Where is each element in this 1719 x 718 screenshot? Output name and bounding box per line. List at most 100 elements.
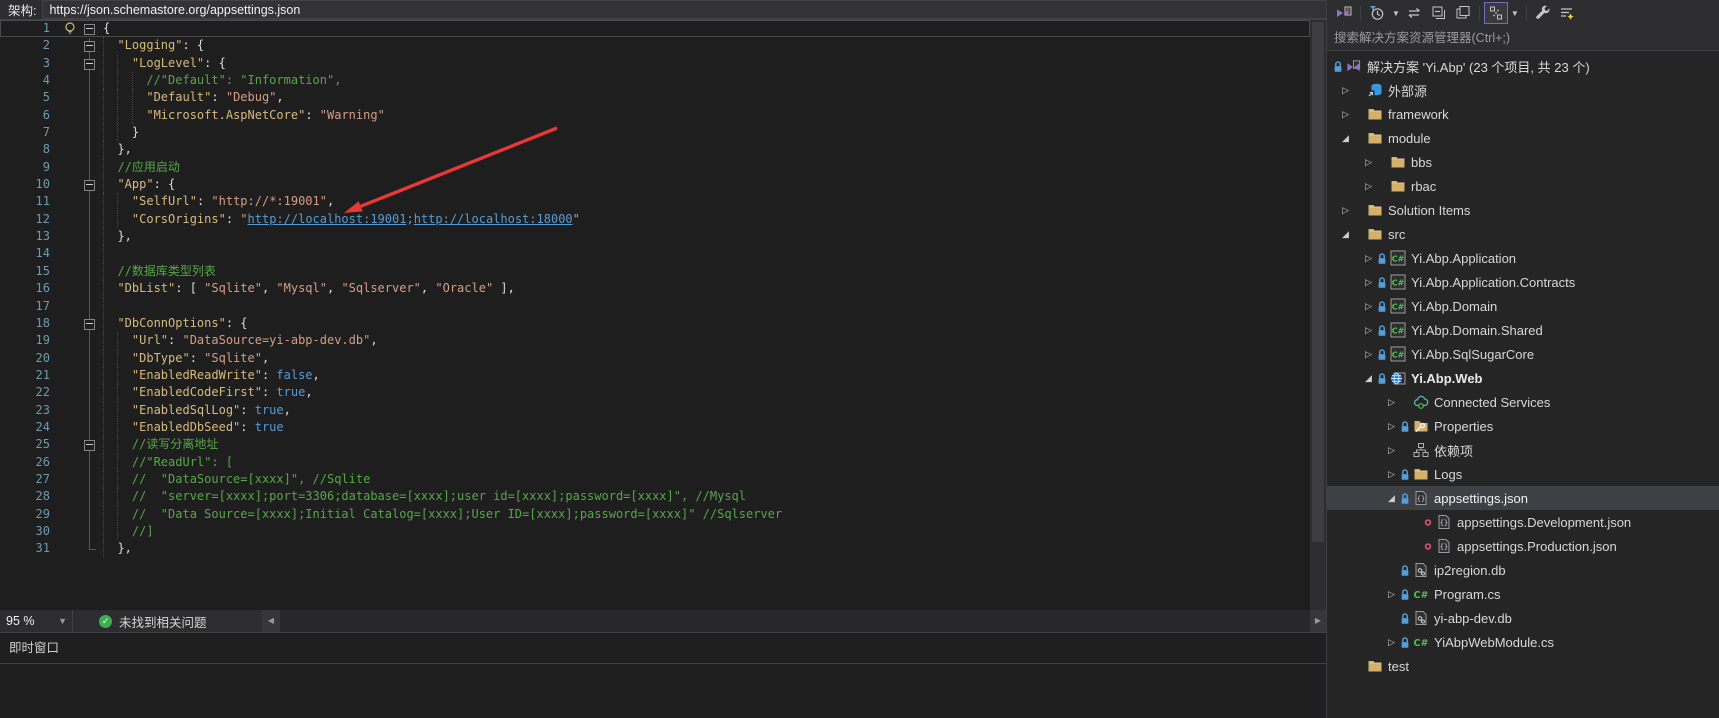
code-line[interactable]: 9 //应用启动: [0, 159, 1310, 176]
zoom-level-combo[interactable]: 95 % ▼: [0, 610, 73, 632]
vertical-scrollbar-thumb[interactable]: [1312, 22, 1324, 542]
document-health-indicator[interactable]: ✓ 未找到相关问题: [99, 612, 207, 631]
code-line[interactable]: 30 //]: [0, 523, 1310, 540]
expander-expanded-icon[interactable]: ◢: [1361, 373, 1376, 384]
tree-item[interactable]: ▷rbac: [1327, 174, 1719, 198]
expander-collapsed-icon[interactable]: ▷: [1361, 277, 1376, 288]
code-editor[interactable]: 1{2 "Logging": {3 "LogLevel": {4 //"Defa…: [0, 20, 1310, 610]
code-line[interactable]: 22 "EnabledCodeFirst": true,: [0, 384, 1310, 401]
fold-collapse-icon[interactable]: [84, 24, 95, 35]
tree-item[interactable]: ▷C#Yi.Abp.Application.Contracts: [1327, 270, 1719, 294]
tree-item[interactable]: ▷外部源: [1327, 78, 1719, 102]
code-line[interactable]: 1{: [0, 20, 1310, 37]
tree-item[interactable]: ▷C#Yi.Abp.SqlSugarCore: [1327, 342, 1719, 366]
tree-item[interactable]: ▷Properties: [1327, 414, 1719, 438]
expander-collapsed-icon[interactable]: ▷: [1384, 637, 1399, 648]
code-line[interactable]: 4 //"Default": "Information",: [0, 72, 1310, 89]
tree-item[interactable]: 解决方案 'Yi.Abp' (23 个项目, 共 23 个): [1327, 54, 1719, 78]
expander-collapsed-icon[interactable]: ▷: [1361, 349, 1376, 360]
expander-collapsed-icon[interactable]: ▷: [1361, 301, 1376, 312]
code-line[interactable]: 17: [0, 298, 1310, 315]
code-line[interactable]: 21 "EnabledReadWrite": false,: [0, 367, 1310, 384]
tree-item[interactable]: ▷C#YiAbpWebModule.cs: [1327, 630, 1719, 654]
code-line[interactable]: 6 "Microsoft.AspNetCore": "Warning": [0, 107, 1310, 124]
expander-collapsed-icon[interactable]: ▷: [1384, 421, 1399, 432]
code-line[interactable]: 28 // "server=[xxxx];port=3306;database=…: [0, 488, 1310, 505]
code-line[interactable]: 12 "CorsOrigins": "http://localhost:1900…: [0, 211, 1310, 228]
code-line[interactable]: 27 // "DataSource=[xxxx]", //Sqlite: [0, 471, 1310, 488]
schema-url-combo[interactable]: https://json.schemastore.org/appsettings…: [42, 0, 1326, 19]
chevron-down-icon[interactable]: ▼: [1508, 9, 1522, 18]
expander-expanded-icon[interactable]: ◢: [1338, 133, 1353, 144]
expander-collapsed-icon[interactable]: ▷: [1361, 325, 1376, 336]
tree-item[interactable]: ▷C#Yi.Abp.Domain.Shared: [1327, 318, 1719, 342]
sync-selection-icon[interactable]: [1484, 2, 1508, 24]
code-line[interactable]: 15 //数据库类型列表: [0, 263, 1310, 280]
tree-item[interactable]: ◢Yi.Abp.Web: [1327, 366, 1719, 390]
tree-item[interactable]: ▷依赖项: [1327, 438, 1719, 462]
expander-expanded-icon[interactable]: ◢: [1384, 493, 1399, 504]
code-line[interactable]: 14: [0, 245, 1310, 262]
switch-views-icon[interactable]: [1332, 2, 1356, 24]
fold-collapse-icon[interactable]: [84, 41, 95, 52]
code-line[interactable]: 11 "SelfUrl": "http://*:19001",: [0, 193, 1310, 210]
code-line[interactable]: 13 },: [0, 228, 1310, 245]
fold-collapse-icon[interactable]: [84, 319, 95, 330]
scroll-right-arrow[interactable]: ▶: [1310, 610, 1326, 632]
code-line[interactable]: 5 "Default": "Debug",: [0, 89, 1310, 106]
code-line[interactable]: 8 },: [0, 141, 1310, 158]
tree-item[interactable]: ◢module: [1327, 126, 1719, 150]
tree-item[interactable]: ▷C#Yi.Abp.Application: [1327, 246, 1719, 270]
fold-collapse-icon[interactable]: [84, 180, 95, 191]
tree-item[interactable]: yi-abp-dev.db: [1327, 606, 1719, 630]
vertical-scrollbar[interactable]: [1310, 20, 1326, 610]
tree-item[interactable]: ▷Solution Items: [1327, 198, 1719, 222]
chevron-down-icon[interactable]: ▼: [1389, 9, 1403, 18]
code-line[interactable]: 24 "EnabledDbSeed": true: [0, 419, 1310, 436]
code-line[interactable]: 29 // "Data Source=[xxxx];Initial Catalo…: [0, 506, 1310, 523]
code-line[interactable]: 10 "App": {: [0, 176, 1310, 193]
code-line[interactable]: 18 "DbConnOptions": {: [0, 315, 1310, 332]
tree-item[interactable]: {}appsettings.Development.json: [1327, 510, 1719, 534]
preview-selected-items-icon[interactable]: [1451, 2, 1475, 24]
tree-item[interactable]: ip2region.db: [1327, 558, 1719, 582]
code-line[interactable]: 31 },: [0, 540, 1310, 557]
code-line[interactable]: 16 "DbList": [ "Sqlite", "Mysql", "Sqlse…: [0, 280, 1310, 297]
tree-item[interactable]: test: [1327, 654, 1719, 678]
expander-collapsed-icon[interactable]: ▷: [1384, 589, 1399, 600]
tree-item[interactable]: ▷bbs: [1327, 150, 1719, 174]
expander-collapsed-icon[interactable]: ▷: [1361, 253, 1376, 264]
code-line[interactable]: 20 "DbType": "Sqlite",: [0, 350, 1310, 367]
search-input[interactable]: [1327, 26, 1719, 50]
expander-collapsed-icon[interactable]: ▷: [1384, 397, 1399, 408]
expander-collapsed-icon[interactable]: ▷: [1384, 469, 1399, 480]
lightbulb-margin[interactable]: [56, 20, 84, 37]
sync-with-active-document-icon[interactable]: [1403, 2, 1427, 24]
hyperlink[interactable]: http://localhost:19001: [248, 212, 407, 226]
code-line[interactable]: 23 "EnabledSqlLog": true,: [0, 402, 1310, 419]
horizontal-scrollbar[interactable]: [280, 610, 1310, 632]
pending-changes-filter-icon[interactable]: [1365, 2, 1389, 24]
code-line[interactable]: 3 "LogLevel": {: [0, 55, 1310, 72]
code-line[interactable]: 26 //"ReadUrl": [: [0, 454, 1310, 471]
expander-collapsed-icon[interactable]: ▷: [1338, 205, 1353, 216]
code-line[interactable]: 2 "Logging": {: [0, 37, 1310, 54]
code-line[interactable]: 25 //读写分离地址: [0, 436, 1310, 453]
expander-collapsed-icon[interactable]: ▷: [1384, 445, 1399, 456]
tree-item[interactable]: ◢src: [1327, 222, 1719, 246]
tree-item[interactable]: ▷C#Yi.Abp.Domain: [1327, 294, 1719, 318]
expander-collapsed-icon[interactable]: ▷: [1338, 109, 1353, 120]
collapse-all-icon[interactable]: [1427, 2, 1451, 24]
tree-item[interactable]: ▷framework: [1327, 102, 1719, 126]
show-all-files-icon[interactable]: [1555, 2, 1579, 24]
scroll-left-arrow[interactable]: ◀: [262, 610, 280, 632]
code-line[interactable]: 7 }: [0, 124, 1310, 141]
fold-collapse-icon[interactable]: [84, 59, 95, 70]
tree-item[interactable]: ▷C#Program.cs: [1327, 582, 1719, 606]
expander-expanded-icon[interactable]: ◢: [1338, 229, 1353, 240]
tree-item[interactable]: ▷Connected Services: [1327, 390, 1719, 414]
code-line[interactable]: 19 "Url": "DataSource=yi-abp-dev.db",: [0, 332, 1310, 349]
properties-wrench-icon[interactable]: [1531, 2, 1555, 24]
tree-item[interactable]: ◢{}appsettings.json: [1327, 486, 1719, 510]
expander-collapsed-icon[interactable]: ▷: [1361, 181, 1376, 192]
